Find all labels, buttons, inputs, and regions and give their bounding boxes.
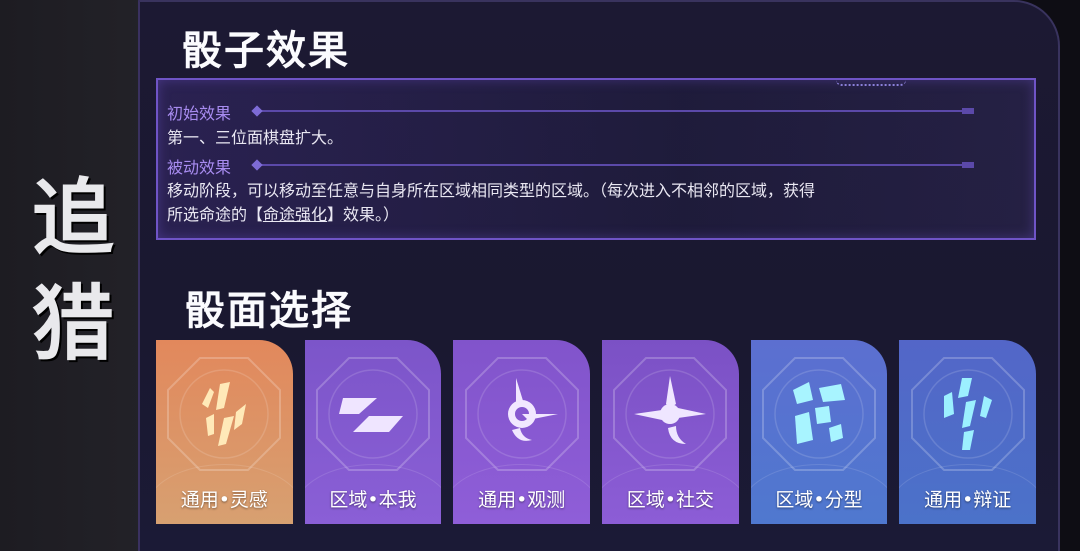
dice-face-label: 通用•灵感 [180, 489, 268, 511]
dice-face-card[interactable]: 通用•灵感 [156, 340, 293, 524]
dice-face-list: 通用•灵感 区域•本我 通用•观测 区域•社交 区域•分型 通用•辩证 [156, 340, 1037, 524]
passive-effect-divider [256, 162, 974, 168]
initial-effect-divider [256, 108, 974, 114]
dice-face-card[interactable]: 通用•观测 [453, 340, 591, 524]
mode-title-char-1: 追 [31, 170, 114, 266]
passive-effect-label: 被动效果 [167, 158, 232, 177]
dice-effect-title: 骰子效果 [182, 28, 350, 74]
passive-effect-line-1: 移动阶段，可以移动至任意与自身所在区域相同类型的区域。（每次进入不相邻的区域，获… [167, 181, 816, 200]
dice-face-card[interactable]: 区域•本我 [304, 340, 442, 524]
face-select-title: 骰面选择 [185, 288, 353, 334]
dice-face-card[interactable]: 区域•分型 [750, 340, 888, 524]
dice-face-card[interactable]: 区域•社交 [602, 340, 739, 524]
initial-effect-text: 第一、三位面棋盘扩大。 [167, 128, 344, 147]
dice-face-label: 通用•辩证 [924, 489, 1012, 511]
dice-face-label: 通用•观测 [478, 489, 566, 511]
path-enhance-link[interactable]: 命途强化 [263, 205, 327, 224]
passive-effect-text: 移动阶段，可以移动至任意与自身所在区域相同类型的区域。（每次进入不相邻的区域，获… [167, 179, 974, 227]
passive-text-part-3: 】效果。） [327, 205, 400, 224]
dice-face-label: 区域•本我 [329, 489, 417, 511]
dice-face-card[interactable]: 通用•辩证 [899, 340, 1037, 524]
decorative-dots [836, 80, 906, 86]
dice-face-label: 区域•社交 [626, 489, 714, 511]
passive-text-part-1: 所选命途的【 [167, 205, 264, 224]
mode-title-char-2: 猎 [31, 276, 114, 372]
effect-box: 初始效果 第一、三位面棋盘扩大。 被动效果 移动阶段，可以移动至任意与自身所在区… [156, 78, 1036, 240]
inspiration-icon [202, 382, 247, 446]
side-strip: 追 猎 [0, 0, 150, 551]
social-icon [634, 376, 707, 444]
observe-icon [507, 378, 558, 441]
passive-effect-line-2: 所选命途的【命途强化】效果。） [167, 203, 974, 227]
fractal-icon [793, 382, 846, 444]
dice-face-label: 区域•分型 [775, 489, 863, 511]
self-icon [339, 398, 403, 432]
mode-title: 追 猎 [18, 170, 128, 372]
initial-effect-label: 初始效果 [167, 104, 232, 123]
dialectic-icon [943, 378, 992, 450]
